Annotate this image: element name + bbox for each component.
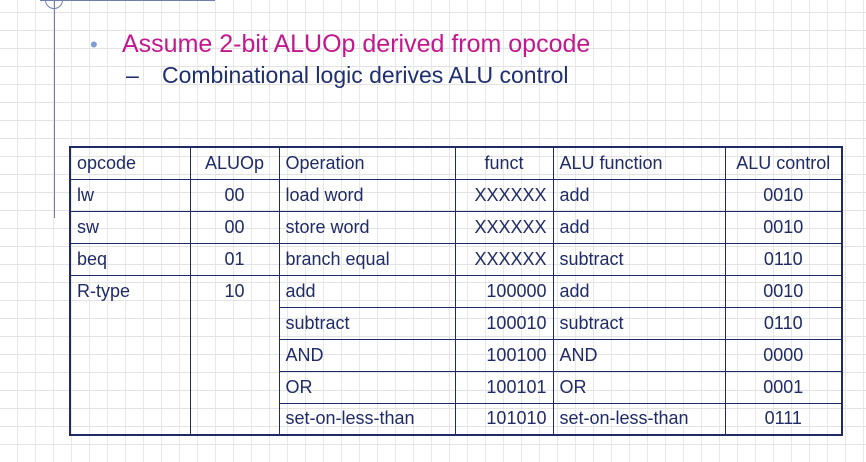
bullet-sub-text: Combinational logic derives ALU control: [162, 62, 569, 88]
cell-operation: subtract: [278, 306, 456, 340]
header-opcode: opcode: [69, 146, 191, 180]
cell-aluop: 00: [189, 178, 280, 212]
cell-alu-function: subtract: [552, 242, 726, 276]
cell-funct: XXXXXX: [454, 178, 554, 212]
bullet-main-text: Assume 2-bit ALUOp derived from opcode: [122, 30, 591, 58]
table-header-row: opcode ALUOp Operation funct ALU functio…: [69, 146, 843, 180]
header-funct: funct: [454, 146, 554, 180]
header-aluop: ALUOp: [189, 146, 280, 180]
cell-alu-function: add: [552, 178, 726, 212]
table-row: beq 01 branch equal XXXXXX subtract 0110: [69, 242, 843, 276]
cell-alu-function: AND: [552, 338, 726, 372]
cell-opcode: beq: [69, 242, 191, 276]
cell-operation: load word: [278, 178, 456, 212]
slide-corner-line-vertical: [54, 0, 55, 218]
cell-funct: XXXXXX: [454, 242, 554, 276]
cell-funct: 100000: [454, 274, 554, 308]
slide-corner-circle: [45, 0, 63, 9]
cell-alu-control: 0000: [724, 338, 843, 372]
slide-corner-line-horizontal: [40, 0, 215, 1]
cell-funct: 100010: [454, 306, 554, 340]
cell-operation: set-on-less-than: [278, 402, 456, 436]
table-row: R-type 10 add 100000 add 0010: [69, 274, 843, 436]
cell-funct: 100101: [454, 370, 554, 404]
bullet-dot-icon: •: [90, 32, 98, 57]
sub-bullet-dash-icon: –: [126, 62, 139, 88]
cell-opcode-rtype: R-type: [69, 274, 191, 436]
cell-opcode: sw: [69, 210, 191, 244]
cell-alu-function: add: [552, 210, 726, 244]
header-operation: Operation: [278, 146, 456, 180]
cell-alu-control: 0110: [724, 242, 843, 276]
cell-alu-function: subtract: [552, 306, 726, 340]
header-alu-control: ALU control: [724, 146, 843, 180]
cell-alu-control: 0010: [724, 274, 843, 308]
cell-alu-control: 0010: [724, 178, 843, 212]
cell-operation: store word: [278, 210, 456, 244]
cell-funct: 101010: [454, 402, 554, 436]
cell-alu-control: 0111: [724, 402, 843, 436]
cell-alu-function: set-on-less-than: [552, 402, 726, 436]
cell-operation: branch equal: [278, 242, 456, 276]
cell-operation: add: [278, 274, 456, 308]
bullet-sub: – Combinational logic derives ALU contro…: [126, 62, 569, 89]
cell-funct: 100100: [454, 338, 554, 372]
cell-aluop: 01: [189, 242, 280, 276]
table-row: sw 00 store word XXXXXX add 0010: [69, 210, 843, 244]
alu-control-table: opcode ALUOp Operation funct ALU functio…: [69, 146, 843, 436]
cell-aluop-rtype: 10: [189, 274, 280, 436]
cell-aluop: 00: [189, 210, 280, 244]
bullet-main: • Assume 2-bit ALUOp derived from opcode: [90, 30, 590, 59]
cell-alu-function: OR: [552, 370, 726, 404]
cell-funct: XXXXXX: [454, 210, 554, 244]
table-row: lw 00 load word XXXXXX add 0010: [69, 178, 843, 212]
cell-operation: AND: [278, 338, 456, 372]
cell-alu-control: 0010: [724, 210, 843, 244]
header-alu-function: ALU function: [552, 146, 726, 180]
cell-opcode: lw: [69, 178, 191, 212]
cell-operation: OR: [278, 370, 456, 404]
cell-alu-control: 0110: [724, 306, 843, 340]
cell-alu-control: 0001: [724, 370, 843, 404]
cell-alu-function: add: [552, 274, 726, 308]
